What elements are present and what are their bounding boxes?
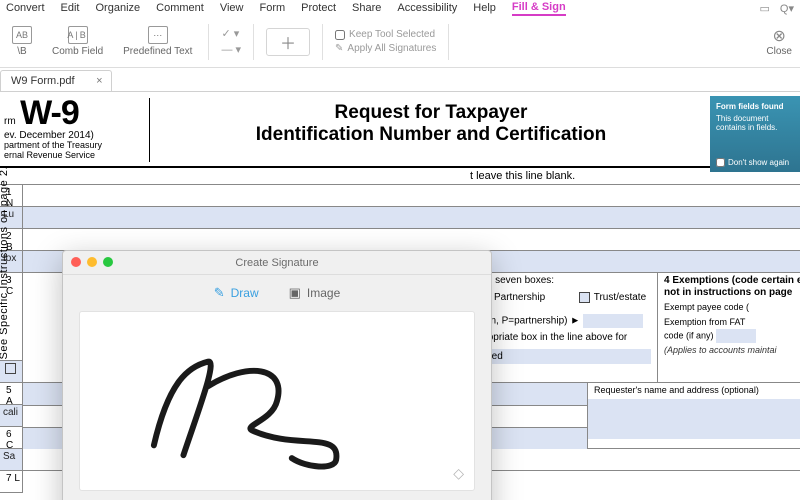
search-icon[interactable]: Q▾ <box>780 2 794 15</box>
check-icon[interactable]: ✓ ▾ <box>221 27 241 40</box>
separator <box>322 24 323 60</box>
view-controls: ▭ Q▾ <box>760 2 794 15</box>
close-panel-button[interactable]: ⊗ Close <box>766 26 792 57</box>
separator <box>253 24 254 60</box>
mark-icons: ✓ ▾ — ▾ <box>221 27 241 56</box>
document-viewport: See Specific Instructions on page 2. rm … <box>0 92 800 500</box>
exemptions-block: 4 Exemptions (code certain entities, not… <box>657 273 800 382</box>
line1-fill[interactable] <box>23 207 800 229</box>
dont-show-checkbox[interactable] <box>716 158 725 167</box>
menu-item-fill-sign[interactable]: Fill & Sign <box>512 1 566 16</box>
app-menubar: Convert Edit Organize Comment View Form … <box>0 0 800 16</box>
menu-item[interactable]: View <box>220 2 244 14</box>
image-icon: ▣ <box>289 285 301 301</box>
requester-field[interactable] <box>588 399 800 439</box>
menu-item[interactable]: Edit <box>61 2 80 14</box>
keep-tool-checkbox[interactable] <box>335 30 345 40</box>
pen-icon: ✎ <box>335 43 343 54</box>
row-num-6: 6 C <box>0 427 22 449</box>
form-header: rm W-9 ev. December 2014) partment of th… <box>0 92 800 162</box>
signature-canvas[interactable]: ◇ <box>79 311 475 491</box>
text-field-icon: AB <box>12 26 32 44</box>
menu-item[interactable]: Comment <box>156 2 204 14</box>
side-instructions-label: See Specific Instructions on page 2. <box>0 166 10 360</box>
create-signature-dialog: Create Signature ✎ Draw ▣ Image ◇ Cancel… <box>62 250 492 500</box>
signature-canvas-wrap: ◇ <box>63 311 491 500</box>
predefined-text-button[interactable]: ⋯ Predefined Text <box>119 24 196 59</box>
line-icon[interactable]: — ▾ <box>221 43 241 56</box>
title-line-1: Request for Taxpayer <box>150 102 712 124</box>
form-prefix: rm <box>4 116 16 127</box>
close-window-icon[interactable] <box>71 257 81 267</box>
close-icon: ⊗ <box>773 26 786 46</box>
minimize-window-icon[interactable] <box>87 257 97 267</box>
row-fill-5[interactable]: cali <box>0 405 22 427</box>
form-dept2: ernal Revenue Service <box>4 151 149 161</box>
row-num-5: 5 A <box>0 383 22 405</box>
signature-stroke <box>80 312 474 490</box>
window-controls <box>71 257 113 267</box>
line1-blank <box>23 185 800 207</box>
line-1-instruction: t leave this line blank. <box>0 168 800 185</box>
row-fill-6[interactable]: Sa <box>0 449 22 471</box>
tab-draw[interactable]: ✎ Draw <box>214 285 259 301</box>
row-num-7: 7 L <box>0 471 22 493</box>
tab-close-icon[interactable]: × <box>96 75 102 87</box>
form-fields-notification[interactable]: Form fields found This document contains… <box>710 96 800 172</box>
requester-block: Requester's name and address (optional) <box>587 383 800 448</box>
notification-body: This document contains in fields. <box>716 114 794 132</box>
keep-tool-option[interactable]: Keep Tool Selected <box>335 29 436 40</box>
classification-code-field[interactable] <box>583 314 643 328</box>
toolbar-label: Comb Field <box>52 46 103 57</box>
dialog-title: Create Signature <box>235 257 318 269</box>
eraser-icon[interactable]: ◇ <box>453 465 464 482</box>
menu-item[interactable]: Organize <box>96 2 141 14</box>
fatca-code-field[interactable] <box>716 329 756 343</box>
zoom-window-icon[interactable] <box>103 257 113 267</box>
tab-image[interactable]: ▣ Image <box>289 285 341 301</box>
title-line-2: Identification Number and Certification <box>150 124 712 146</box>
form-title: Request for Taxpayer Identification Numb… <box>150 98 712 162</box>
dialog-titlebar[interactable]: Create Signature <box>63 251 491 275</box>
fit-page-icon[interactable]: ▭ <box>760 2 770 15</box>
add-signature-button[interactable]: ＋ <box>266 28 310 56</box>
trust-checkbox[interactable] <box>579 292 590 303</box>
separator <box>448 24 449 60</box>
comb-field-icon: A|B <box>68 26 88 44</box>
form-header-left: rm W-9 ev. December 2014) partment of th… <box>0 98 150 162</box>
menu-item[interactable]: Convert <box>6 2 45 14</box>
document-tabstrip: W9 Form.pdf × <box>0 68 800 92</box>
notification-title: Form fields found <box>716 102 794 111</box>
close-label: Close <box>766 46 792 57</box>
form-code: W-9 <box>20 94 79 132</box>
menu-item[interactable]: Form <box>259 2 285 14</box>
text-field-button[interactable]: AB \B <box>8 24 36 59</box>
menu-item[interactable]: Accessibility <box>397 2 457 14</box>
apply-all-option[interactable]: ✎ Apply All Signatures <box>335 43 436 54</box>
toolbar-label: Predefined Text <box>123 46 192 57</box>
line2-blank <box>23 229 800 251</box>
comb-field-button[interactable]: A|B Comb Field <box>48 24 107 59</box>
document-tab[interactable]: W9 Form.pdf × <box>0 70 112 91</box>
tab-label: W9 Form.pdf <box>11 75 75 87</box>
toolbar-label: \B <box>17 46 26 57</box>
menu-item[interactable]: Protect <box>301 2 336 14</box>
dialog-tabs: ✎ Draw ▣ Image <box>63 275 491 311</box>
menu-item[interactable]: Help <box>473 2 496 14</box>
pencil-icon: ✎ <box>214 285 225 301</box>
dont-show-again[interactable]: Don't show again <box>716 158 789 167</box>
menu-item[interactable]: Share <box>352 2 381 14</box>
separator <box>208 24 209 60</box>
predefined-text-icon: ⋯ <box>148 26 168 44</box>
toolbar: AB \B A|B Comb Field ⋯ Predefined Text ✓… <box>0 16 800 68</box>
tool-options: Keep Tool Selected ✎ Apply All Signature… <box>335 29 436 54</box>
form-checkbox[interactable] <box>5 363 16 374</box>
